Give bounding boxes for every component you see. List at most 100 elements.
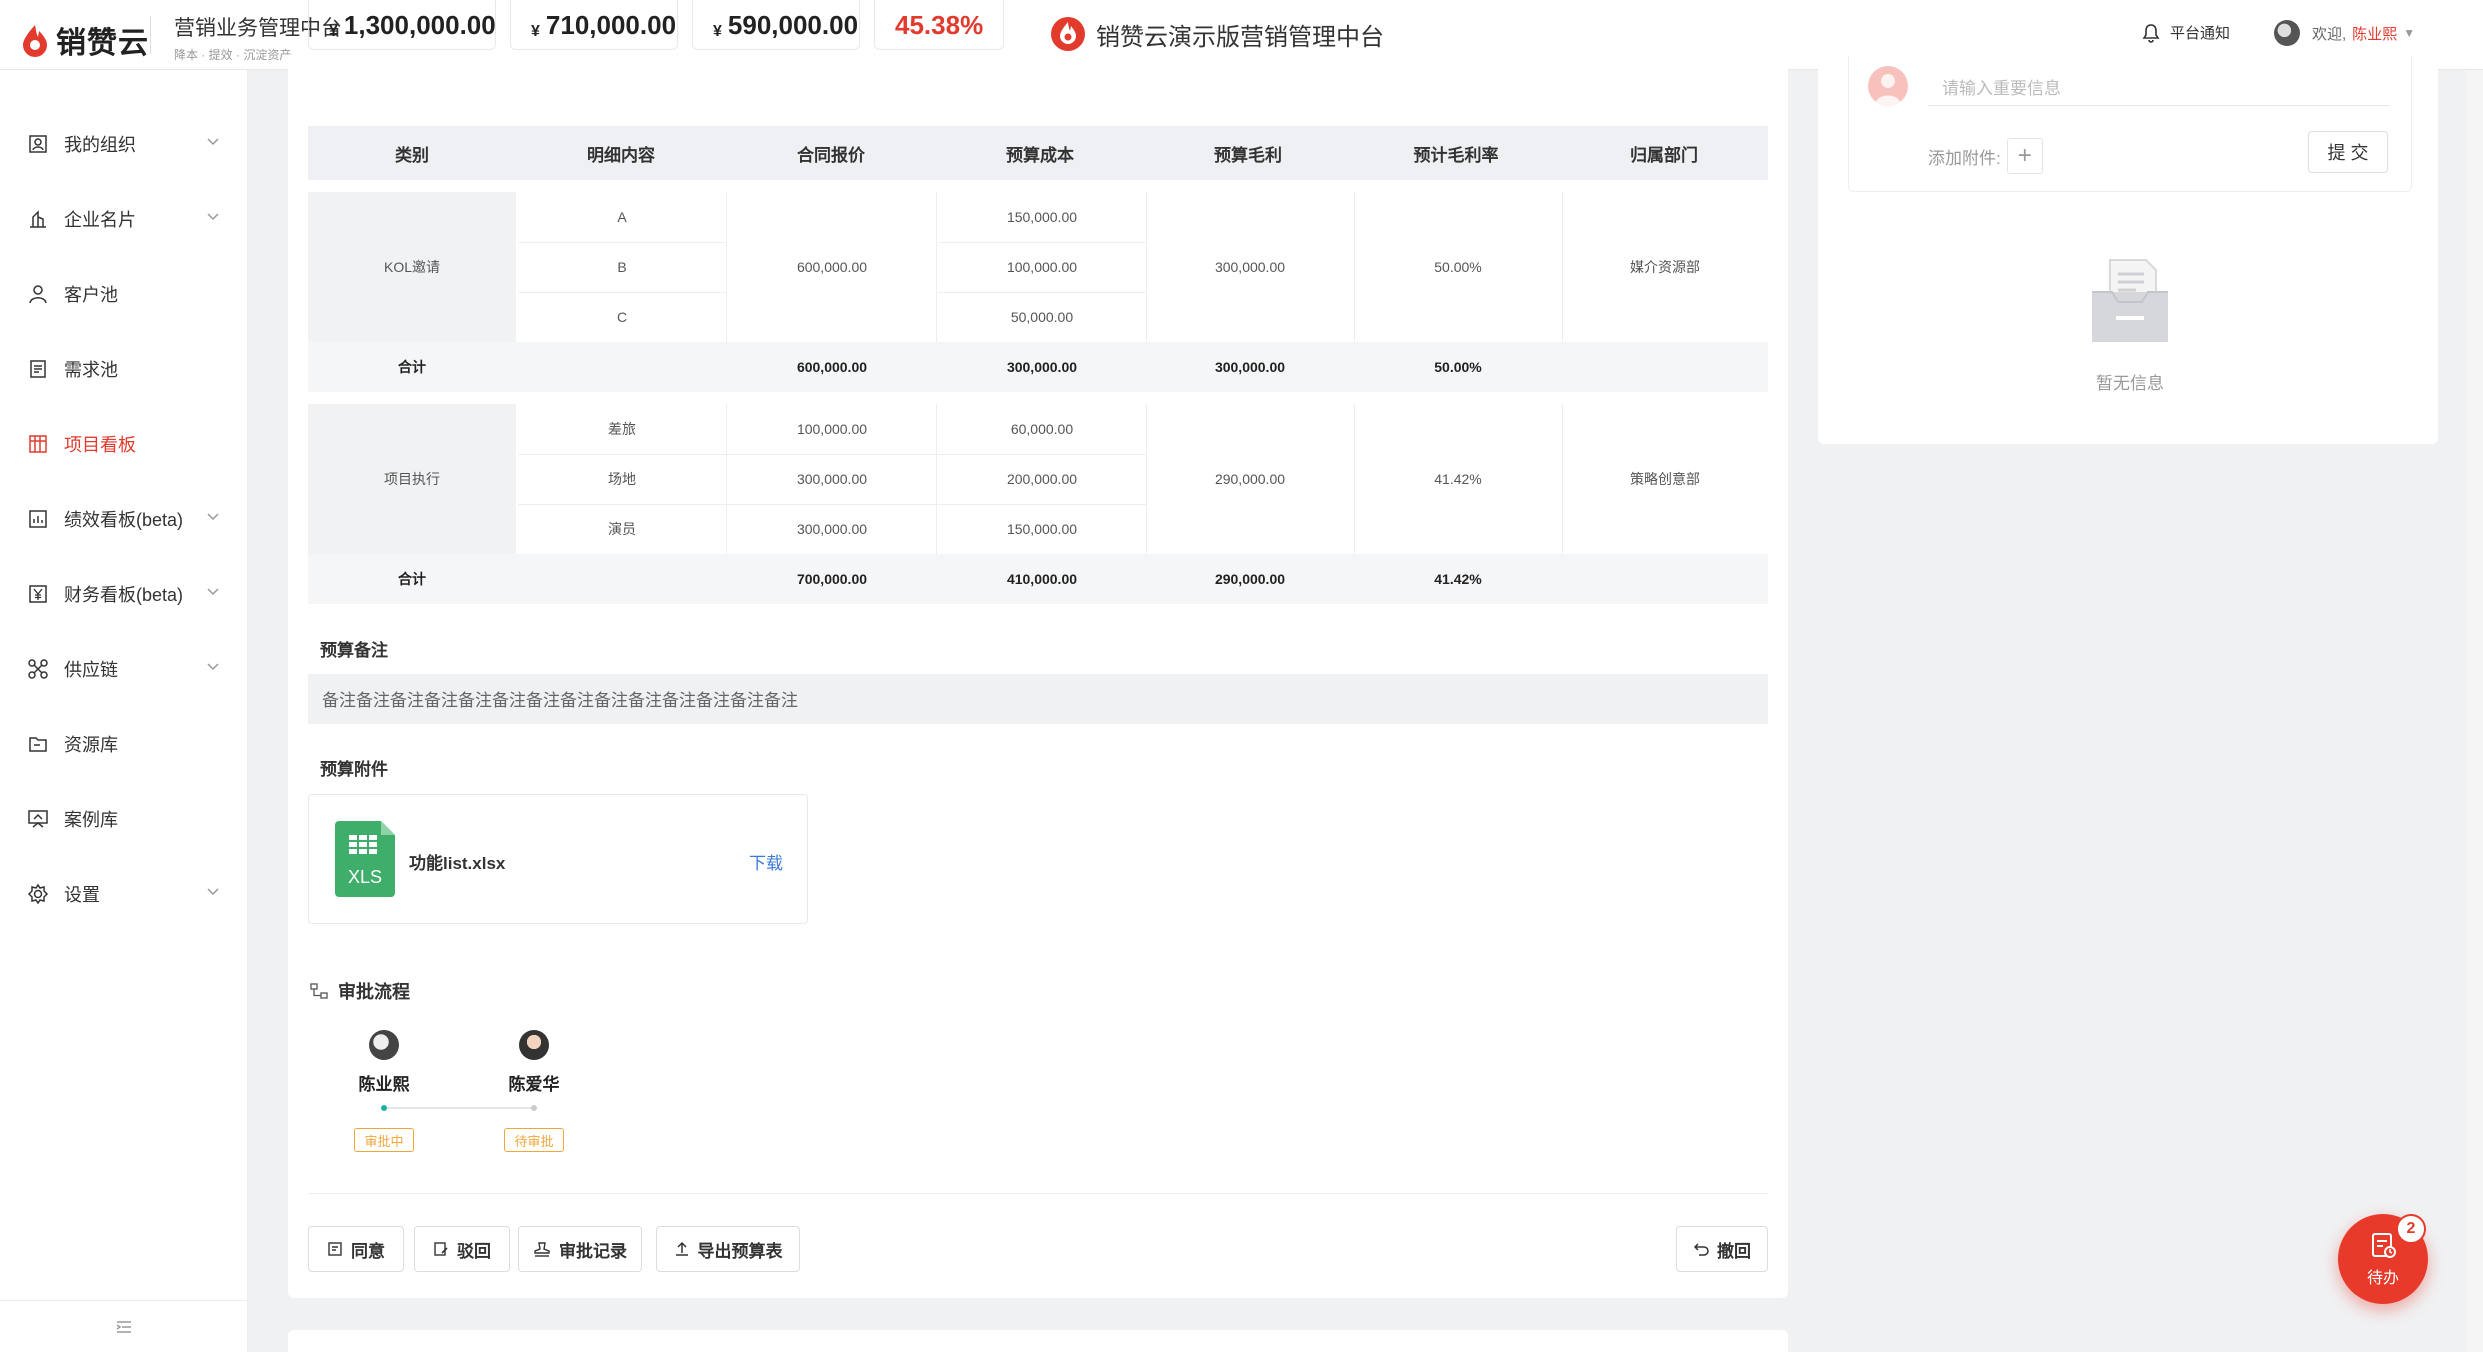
sum-profit: 300,000.00 <box>1214 359 1286 375</box>
add-attachment-button[interactable]: + <box>2006 138 2043 174</box>
row-divider <box>518 292 726 293</box>
center-title: 销赞云演示版营销管理中台 <box>1096 23 1384 51</box>
flow-icon <box>310 983 328 999</box>
detail-cell: C <box>616 309 628 325</box>
withdraw-button[interactable]: 撤回 <box>1676 1226 1768 1272</box>
chevron-down-icon <box>207 663 219 671</box>
plus-icon: + <box>2017 142 2032 169</box>
approval-records-button[interactable]: 审批记录 <box>518 1226 642 1272</box>
sidebar-item-cases[interactable]: 案例库 <box>0 789 248 849</box>
brand-logo-icon <box>23 25 47 57</box>
attachment-file-name[interactable]: 功能list.xlsx <box>409 849 505 874</box>
sidebar-item-supply[interactable]: 供应链 <box>0 639 248 699</box>
col-divider <box>1146 192 1147 342</box>
export-budget-label: 导出预算表 <box>697 1241 783 1261</box>
sidebar-item-label: 设置 <box>64 885 100 905</box>
user-menu[interactable]: 欢迎, 陈业熙 ▼ <box>2274 20 2415 46</box>
col-divider <box>1354 192 1355 342</box>
sidebar-item-org[interactable]: 我的组织 <box>0 114 248 174</box>
file-type-label: XLS <box>348 867 382 887</box>
page-scrollbar[interactable] <box>2466 70 2483 1352</box>
detail-cell: 演员 <box>608 521 636 537</box>
gear-icon <box>26 882 50 906</box>
row-divider <box>518 454 1146 455</box>
category-cell: 项目执行 <box>308 404 516 554</box>
budget-group-kol: KOL邀请 A B C 600,000.00 150,000.00 100,00… <box>308 192 1768 392</box>
status-badge: 待审批 <box>504 1128 564 1152</box>
sidebar-item-performance[interactable]: 绩效看板(beta) <box>0 489 248 549</box>
col-divider <box>936 192 937 342</box>
sidebar-item-label: 资源库 <box>64 735 118 755</box>
column-header: 类别 <box>395 145 429 165</box>
bell-icon <box>2142 23 2160 43</box>
approval-node[interactable]: 陈爱华 <box>474 1030 594 1095</box>
flow-dot-active <box>381 1105 387 1111</box>
export-budget-button[interactable]: 导出预算表 <box>656 1226 800 1272</box>
column-header: 合同报价 <box>797 145 865 165</box>
detail-cell: A <box>617 209 627 225</box>
sidebar-item-resources[interactable]: 资源库 <box>0 714 248 774</box>
bar-chart-icon <box>26 507 50 531</box>
sidebar-item-finance[interactable]: 财务看板(beta) <box>0 564 248 624</box>
sum-label: 合计 <box>398 359 426 375</box>
chevron-down-icon <box>207 888 219 896</box>
sum-cost: 410,000.00 <box>1006 571 1078 587</box>
approver-name: 陈业熙 <box>358 1075 410 1094</box>
next-card <box>288 1330 1788 1352</box>
reject-button[interactable]: 驳回 <box>414 1226 510 1272</box>
download-link[interactable]: 下载 <box>749 849 783 874</box>
sidebar-item-projects[interactable]: 项目看板 <box>0 414 248 474</box>
column-header: 归属部门 <box>1630 145 1698 165</box>
sidebar-item-demands[interactable]: 需求池 <box>0 339 248 399</box>
approve-icon <box>328 1242 342 1256</box>
stat-value: 710,000.00 <box>545 10 677 40</box>
sidebar-item-card[interactable]: 企业名片 <box>0 189 248 249</box>
cost-cell: 60,000.00 <box>1010 421 1074 437</box>
sidebar-item-label: 企业名片 <box>64 210 136 230</box>
sidebar-item-settings[interactable]: 设置 <box>0 864 248 924</box>
sum-quote: 700,000.00 <box>796 571 868 587</box>
building-icon <box>26 207 50 231</box>
quote-cell: 100,000.00 <box>796 421 868 437</box>
row-divider <box>938 292 1146 293</box>
col-divider <box>1354 404 1355 554</box>
column-header: 预计毛利率 <box>1413 145 1499 165</box>
submit-comment-button[interactable]: 提 交 <box>2308 131 2388 173</box>
column-header: 明细内容 <box>587 145 655 165</box>
xls-file-icon: XLS <box>335 821 395 897</box>
cost-cell: 100,000.00 <box>1006 259 1078 275</box>
sidebar-item-label: 案例库 <box>64 810 118 830</box>
menu-fold-icon <box>116 1320 131 1333</box>
col-divider <box>1562 192 1563 342</box>
kanban-icon <box>26 432 50 456</box>
dept-cell: 媒介资源部 <box>1630 259 1700 275</box>
rate-cell: 41.42% <box>1434 471 1482 487</box>
detail-cell: B <box>617 259 627 275</box>
quote-cell: 300,000.00 <box>796 521 868 537</box>
approve-button[interactable]: 同意 <box>308 1226 404 1272</box>
quote-cell: 600,000.00 <box>796 259 868 275</box>
sum-rate: 50.00% <box>1434 359 1482 375</box>
brand-logo-area[interactable]: 销赞云 <box>20 18 149 62</box>
rate-cell: 50.00% <box>1434 259 1482 275</box>
category-cell: KOL邀请 <box>308 192 516 342</box>
chevron-down-icon <box>207 138 219 146</box>
col-divider <box>1562 404 1563 554</box>
user-icon <box>26 282 50 306</box>
collapse-sidebar-button[interactable] <box>0 1300 248 1352</box>
stamp-icon <box>534 1242 550 1257</box>
approval-node[interactable]: 陈业熙 <box>324 1030 444 1095</box>
budget-group-execution: 项目执行 差旅 场地 演员 100,000.00 300,000.00 300,… <box>308 404 1768 604</box>
approval-flow-label: 审批流程 <box>338 982 410 1002</box>
approval-flow-title: 审批流程 <box>310 978 410 1004</box>
comment-input[interactable]: 请输入重要信息 <box>1928 70 2390 106</box>
notification-button[interactable]: 平台通知 <box>2142 22 2230 43</box>
withdraw-label: 撤回 <box>1717 1241 1751 1261</box>
stat-profit-rate: 45.38% <box>874 0 1004 50</box>
dept-cell: 策略创意部 <box>1630 471 1700 487</box>
sum-quote: 600,000.00 <box>796 359 868 375</box>
chevron-down-icon <box>207 213 219 221</box>
approver-avatar <box>369 1030 399 1060</box>
col-divider <box>936 404 937 554</box>
sidebar-item-customers[interactable]: 客户池 <box>0 264 248 324</box>
